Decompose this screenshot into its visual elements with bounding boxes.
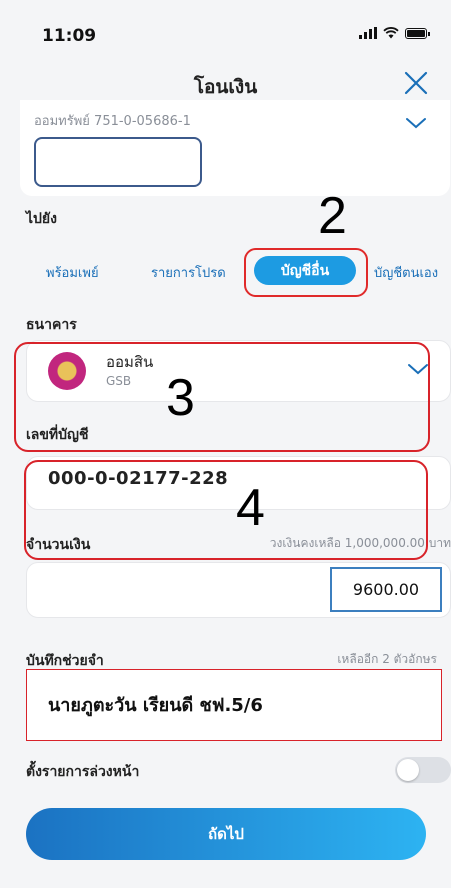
status-time: 11:09 xyxy=(42,26,97,46)
tab-other-account[interactable]: บัญชีอื่น xyxy=(254,256,356,285)
amount-value: 9600.00 xyxy=(330,567,442,612)
next-button[interactable]: ถัดไป xyxy=(26,808,426,860)
toggle-knob xyxy=(397,759,419,781)
amount-label: จำนวนเงิน xyxy=(26,537,91,553)
tab-own-account[interactable]: บัญชีตนเอง xyxy=(374,262,438,283)
page-title: โอนเงิน xyxy=(193,76,258,98)
close-icon[interactable] xyxy=(403,70,429,96)
annotation-3: 3 xyxy=(166,369,195,427)
signal-icon xyxy=(359,27,377,39)
annotation-2: 2 xyxy=(318,187,347,245)
memo-value: นายภูตะวัน เรียนดี ชฟ.5/6 xyxy=(48,695,263,716)
status-icons xyxy=(359,27,430,39)
tab-promptpay[interactable]: พร้อมเพย์ xyxy=(46,262,99,283)
battery-icon xyxy=(405,27,430,39)
tab-favorites[interactable]: รายการโปรด xyxy=(151,262,226,283)
schedule-label: ตั้งรายการล่วงหน้า xyxy=(26,764,140,780)
redaction-box xyxy=(34,137,202,187)
chevron-down-icon[interactable] xyxy=(405,116,427,130)
amount-limit-text: วงเงินคงเหลือ 1,000,000.00 บาท xyxy=(269,536,451,550)
annotation-4: 4 xyxy=(236,479,265,537)
to-label: ไปยัง xyxy=(26,211,57,227)
bank-label: ธนาคาร xyxy=(26,317,77,333)
wifi-icon xyxy=(383,27,399,39)
memo-remaining: เหลืออีก 2 ตัวอักษร xyxy=(337,652,437,666)
from-account-label: ออมทรัพย์ 751-0-05686-1 xyxy=(34,114,191,129)
account-number-label: เลขที่บัญชี xyxy=(26,427,89,443)
